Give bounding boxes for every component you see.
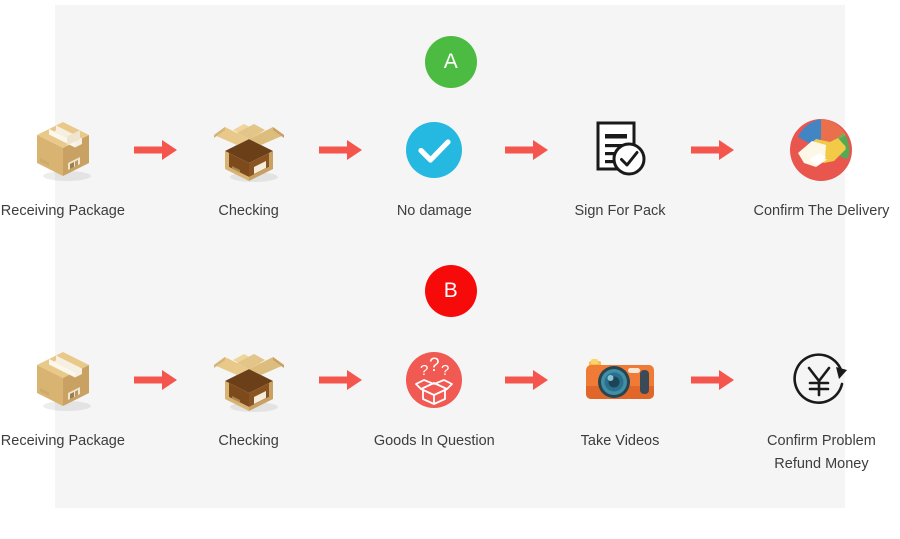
flow-b-badge-label: B <box>443 279 459 302</box>
step-checking-a: Checking <box>186 112 312 223</box>
step-label: Receiving Package <box>0 433 125 449</box>
step-label: Confirm Problem Refund Money <box>767 433 876 473</box>
arrow-right-icon <box>683 342 743 418</box>
svg-text:?: ? <box>441 362 449 379</box>
flow-a-steps: Receiving Package Checking No damage Sig… <box>0 112 900 223</box>
step-no-damage: No damage <box>371 112 497 223</box>
handshake-icon <box>776 112 866 188</box>
step-checking-b: Checking <box>186 342 312 453</box>
closed-box-icon <box>18 342 108 418</box>
flow-a-badge-label: A <box>443 50 459 73</box>
flow-a-badge: A <box>425 36 477 88</box>
step-confirm-problem-refund-money: Confirm Problem Refund Money <box>743 342 900 476</box>
arrow-right-icon <box>311 342 371 418</box>
step-label: No damage <box>396 203 472 219</box>
svg-text:?: ? <box>420 362 428 379</box>
arrow-right-icon <box>126 112 186 188</box>
arrow-right-icon <box>497 342 557 418</box>
arrow-right-icon <box>126 342 186 418</box>
step-goods-in-question: ? ? ? Goods In Question <box>371 342 497 453</box>
closed-box-icon <box>18 112 108 188</box>
step-label: Checking <box>218 433 279 449</box>
sign-document-icon <box>575 112 665 188</box>
step-sign-for-pack: Sign For Pack <box>557 112 683 223</box>
step-label: Receiving Package <box>0 203 125 219</box>
delivery-process-infographic: A Receiving Package Checking No damage S… <box>0 0 900 539</box>
step-confirm-the-delivery: Confirm The Delivery <box>743 112 900 223</box>
step-receiving-package-b: Receiving Package <box>0 342 126 453</box>
refund-yen-icon <box>776 342 866 418</box>
step-take-videos: Take Videos <box>557 342 683 453</box>
step-label: Sign For Pack <box>574 203 666 219</box>
svg-text:?: ? <box>429 355 440 376</box>
step-label: Confirm The Delivery <box>753 203 890 219</box>
camera-icon <box>575 342 665 418</box>
arrow-right-icon <box>497 112 557 188</box>
open-box-icon <box>204 342 294 418</box>
arrow-right-icon <box>683 112 743 188</box>
flow-b-steps: Receiving Package Checking ? ? ? Goods I… <box>0 342 900 476</box>
step-label: Take Videos <box>580 433 660 449</box>
check-circle-icon <box>389 112 479 188</box>
step-label: Checking <box>218 203 279 219</box>
step-receiving-package-a: Receiving Package <box>0 112 126 223</box>
step-label: Goods In Question <box>373 433 495 449</box>
question-box-icon: ? ? ? <box>389 342 479 418</box>
flow-b-badge: B <box>425 265 477 317</box>
arrow-right-icon <box>311 112 371 188</box>
open-box-icon <box>204 112 294 188</box>
